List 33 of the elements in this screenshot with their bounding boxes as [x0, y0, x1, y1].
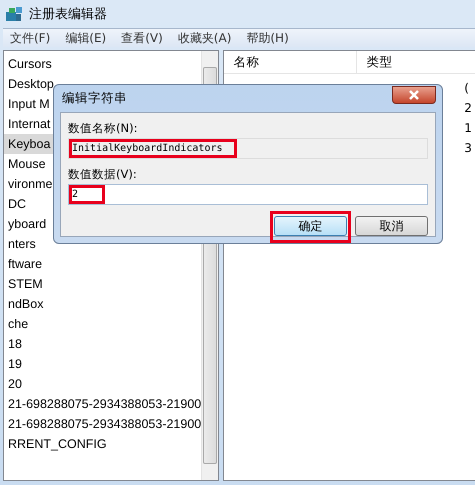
menu-item[interactable]: 文件(F) [3, 30, 58, 46]
menu-item[interactable]: 帮助(H) [239, 30, 297, 46]
dialog-button[interactable]: 取消 [355, 216, 428, 236]
field-label: 数值名称(N): [68, 121, 138, 136]
menu-item[interactable]: 查看(V) [114, 30, 171, 46]
menu-item[interactable]: 编辑(E) [58, 30, 114, 46]
table-cell-text: 3 [464, 140, 473, 157]
tree-item[interactable]: 19 [4, 354, 202, 374]
value-data-field[interactable]: 2 [68, 184, 428, 205]
tree-item[interactable]: 18 [4, 334, 202, 354]
value-name-field[interactable]: InitialKeyboardIndicators [68, 138, 428, 159]
close-button[interactable] [392, 86, 436, 104]
tree-item[interactable]: ndBox [4, 294, 202, 314]
tree-item[interactable]: Cursors [4, 54, 202, 74]
menu-item[interactable]: 收藏夹(A) [170, 30, 240, 46]
tree-item[interactable]: STEM [4, 274, 202, 294]
registry-icon [5, 6, 23, 22]
tree-item[interactable]: 21-698288075-2934388053-21900 [4, 414, 202, 434]
dialog-title: 编辑字符串 [61, 90, 127, 107]
tree-item[interactable]: che [4, 314, 202, 334]
tree-item[interactable]: 21-698288075-2934388053-21900 [4, 394, 202, 414]
tree-item[interactable]: ftware [4, 254, 202, 274]
column-header[interactable]: 名称 [224, 51, 358, 73]
column-header[interactable]: 类型 [357, 51, 475, 73]
window-title: 注册表编辑器 [29, 6, 107, 23]
tree-item[interactable]: RRENT_CONFIG [4, 434, 202, 454]
close-icon [408, 90, 420, 100]
dialog-button[interactable]: 确定 [274, 216, 347, 236]
table-cell-text: ( [464, 80, 470, 97]
field-label: 数值数据(V): [68, 167, 138, 182]
table-cell-text: 1 [464, 120, 473, 137]
table-cell-text: 2 [464, 100, 473, 117]
tree-item[interactable]: 20 [4, 374, 202, 394]
